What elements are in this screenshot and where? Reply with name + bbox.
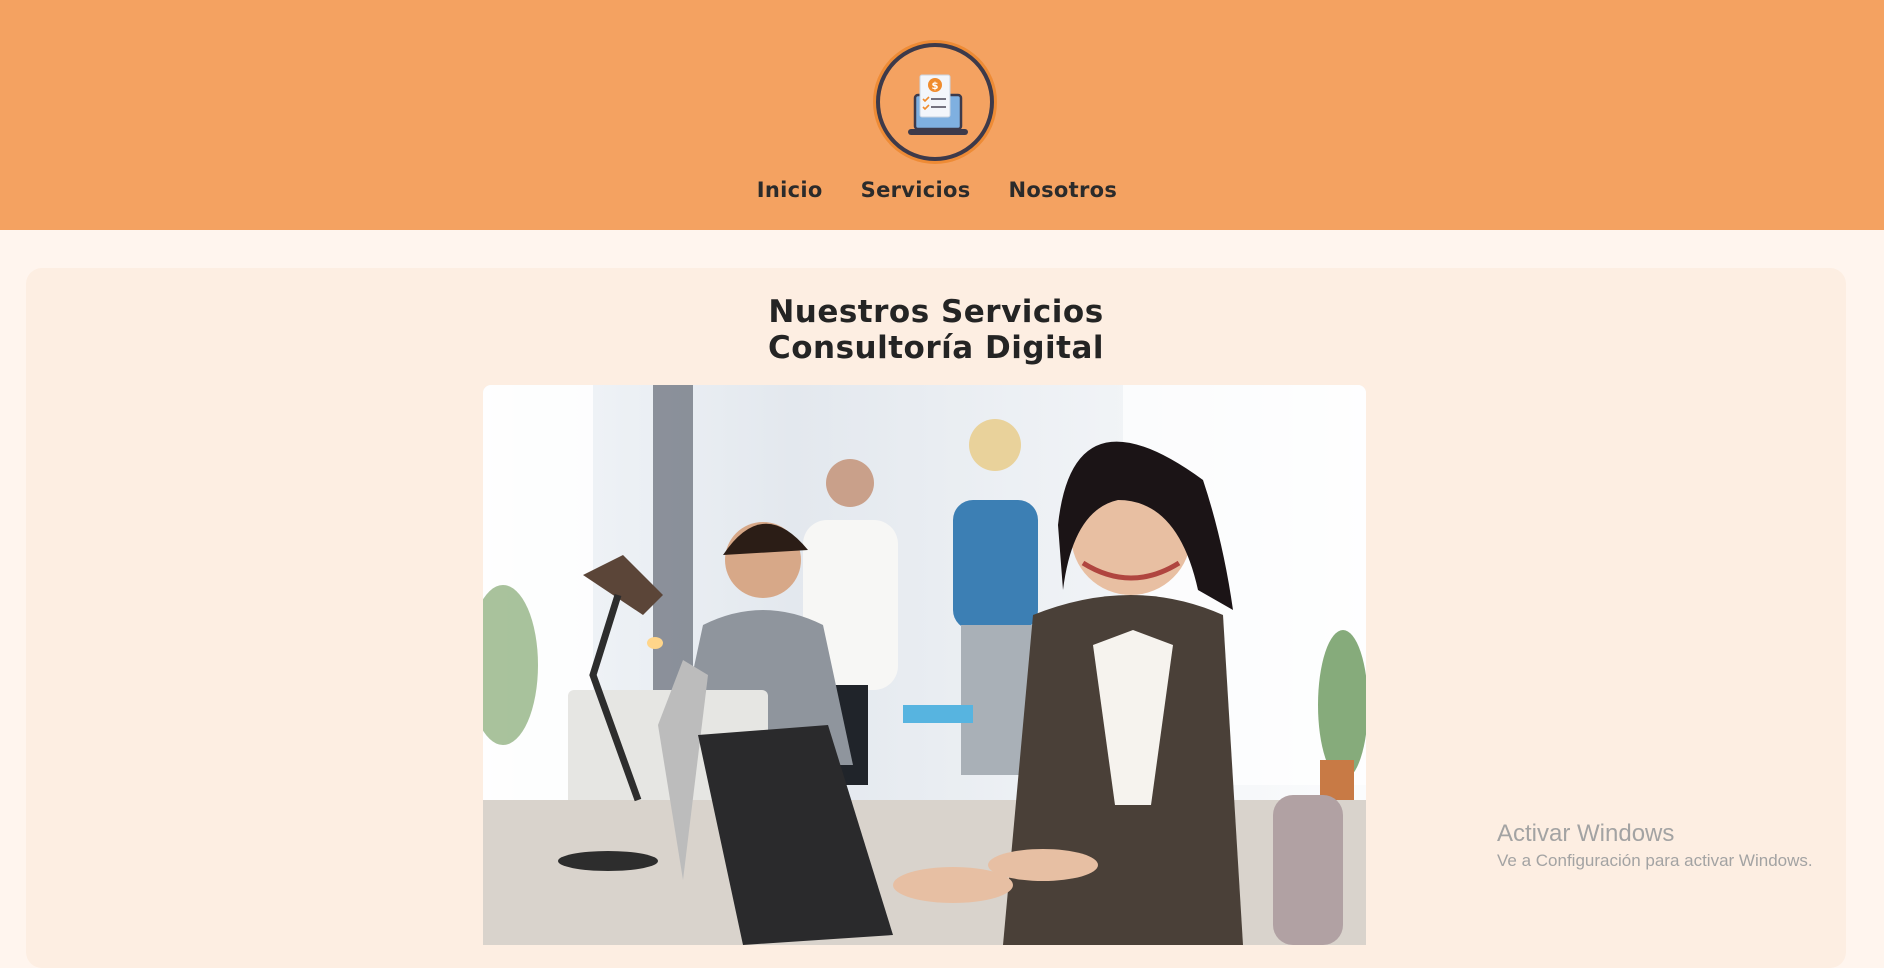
nav-link-nosotros[interactable]: Nosotros <box>1009 178 1118 202</box>
title-line-2: Consultoría Digital <box>767 330 1105 366</box>
page-title: Nuestros Servicios Consultoría Digital <box>26 294 1846 366</box>
office-team-photo <box>483 385 1366 945</box>
svg-text:$: $ <box>932 81 939 92</box>
main-nav: Inicio Servicios Nosotros <box>0 178 1874 202</box>
nav-link-inicio[interactable]: Inicio <box>757 178 823 202</box>
windows-activation-watermark: Activar Windows Ve a Configuración para … <box>1497 820 1813 874</box>
nav-link-servicios[interactable]: Servicios <box>861 178 971 202</box>
watermark-title: Activar Windows <box>1497 820 1675 847</box>
site-header: $ Inicio Servicios Nosotros <box>0 0 1884 230</box>
title-line-1: Nuestros Servicios <box>768 294 1104 330</box>
invoice-laptop-icon[interactable]: $ <box>876 43 994 161</box>
watermark-subtitle: Ve a Configuración para activar Windows. <box>1497 851 1813 870</box>
